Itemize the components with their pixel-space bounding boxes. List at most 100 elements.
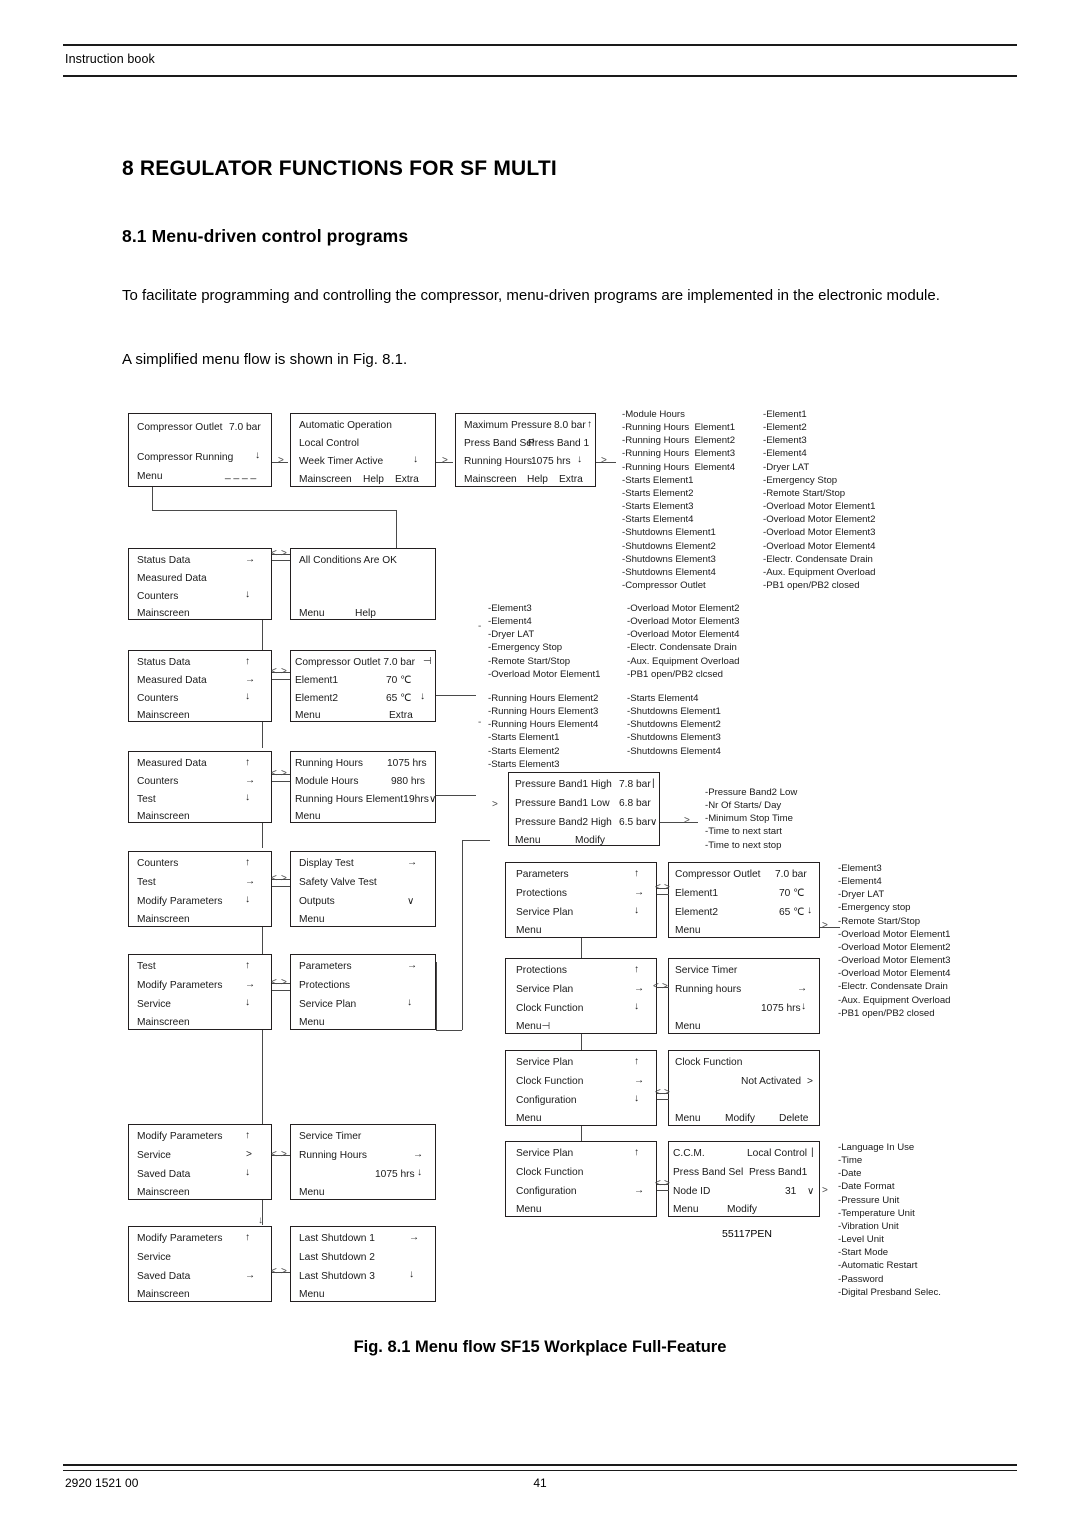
row-label: Compressor Outlet [675,869,761,880]
row-value: 7.8 bar [619,779,651,790]
down-arrow-icon: ↓ [245,691,251,702]
drawing-code: 55117PEN [722,1228,773,1240]
arrow-icon: > [664,1087,670,1098]
right-arrow-icon: → [407,857,418,868]
arrow-icon: > [281,666,287,677]
row-label: C.C.M. [673,1148,705,1159]
row-label: Counters [137,858,179,869]
row-label: Menu [137,471,163,482]
arrow-icon: < [653,981,659,992]
right-arrow-icon: → [634,887,645,898]
row-label: Mainscreen [137,914,190,925]
down-arrow-icon: ↓ [409,1269,415,1280]
row-value: 980 hrs [391,776,425,787]
down-arrow-icon: ↓ [245,589,251,600]
list-protections-more: -Element3 -Element4 -Dryer LAT -Emergenc… [838,863,951,1019]
row-label: Delete [779,1113,809,1124]
row-label: Compressor Running [137,452,234,463]
up-arrow-icon: ↑ [634,868,640,879]
arrow-icon: < [271,666,277,677]
row-label: Running Hours [299,1150,367,1161]
screen-test-items: Display Test → Safety Valve Test Outputs… [290,851,436,927]
row-value: 1075 hrs [375,1169,415,1180]
arrow-icon: - [478,717,482,728]
connector [462,840,490,841]
down-arrow-icon: ↓ [634,905,640,916]
arrow-icon: > [664,1178,670,1189]
row-label: Parameters [299,961,352,972]
connector [436,695,476,696]
right-arrow-icon: → [245,876,256,887]
row-label: Menu [295,811,321,822]
row-label: Running Hours [464,456,532,467]
chevron-down-icon: ∨ [807,1186,815,1197]
screen-measured-menu: Status Data ↑ Measured Data → Counters ↓… [128,650,272,722]
row-label: Running hours [675,984,742,995]
down-arrow-icon: ↓ [255,450,261,461]
row-label: Modify [727,1204,758,1215]
screen-all-conditions: All Conditions Are OK Menu Help [290,548,436,620]
row-value: 1075 hrs [761,1003,801,1014]
screen-measured-values: Compressor Outlet 7.0 bar ⊣ Element1 70 … [290,650,436,722]
connector [396,510,397,548]
row-label: Modify Parameters [137,1131,223,1142]
list-measured-column-2: -Overload Motor Element2 -Overload Motor… [627,603,740,680]
down-arrow-icon: ↓ [417,1167,423,1178]
screen-service-menu: Modify Parameters ↑ Service > Saved Data… [128,1124,272,1200]
chevron-down-icon: ∨ [407,896,415,907]
connector [272,781,290,782]
row-label: Mainscreen [299,474,352,485]
arrow-icon: > [601,455,607,466]
connector [272,560,290,561]
screen-clock-menu: Service Plan ↑ Clock Function → Configur… [505,1050,657,1126]
row-value: 8.0 bar [554,420,586,431]
row-label: Modify [725,1113,756,1124]
arrow-icon: < [655,882,661,893]
row-value: 70 ℃ [386,675,412,686]
right-arrow-icon: → [634,983,645,994]
arrow-icon: - [478,621,482,632]
down-arrow-icon: ↓ [634,1001,640,1012]
row-label: Help [527,474,548,485]
row-label: Mainscreen [137,608,190,619]
row-label: Node ID [673,1186,711,1197]
row-label: Service [137,1150,171,1161]
row-label: Menu [299,1187,325,1198]
screen-params-menu: Parameters → Protections Service Plan ↓ … [290,954,436,1030]
screen-serviceplan-menu: Protections ↑ Service Plan → Clock Funct… [505,958,657,1034]
row-label: Menu [675,925,701,936]
right-arrow-icon: > [246,1149,252,1160]
row-label: Saved Data [137,1271,191,1282]
right-arrow-icon: → [413,1149,424,1160]
row-label: Protections [516,965,567,976]
row-label: Configuration [516,1186,577,1197]
up-arrow-icon: ↑ [245,960,251,971]
right-arrow-icon: → [245,775,256,786]
connector [660,822,698,823]
row-value: Not Activated [741,1076,802,1087]
up-arrow-icon: ↑ [245,656,251,667]
screen-pressure-bands: Pressure Band1 High 7.8 bar | Pressure B… [508,772,660,846]
connector [581,1034,582,1050]
up-arrow-icon: ↑ [245,1232,251,1243]
row-label: Outputs [299,896,335,907]
screen-clock-values: Clock Function Not Activated > Menu Modi… [668,1050,820,1126]
list-measured-column-1: -Element3 -Element4 -Dryer LAT -Emergenc… [488,603,601,680]
row-label: Pressure Band1 High [515,779,612,790]
row-label: Test [137,877,156,888]
right-arrow-icon: → [245,1270,256,1281]
row-label: Service [137,1252,171,1263]
down-arrow-icon: ↓ [577,454,583,465]
cursor-icon: | [811,1147,814,1158]
row-label: Menu [515,835,541,846]
row-label: Modify Parameters [137,980,223,991]
screen-service-timer-a: Service Timer Running hours → 1075 hrs ↓… [668,958,820,1034]
arrow-icon: > [492,799,498,810]
row-label: Service Plan [516,1057,574,1068]
row-label: Pressure Band1 Low [515,798,610,809]
row-label: Counters [137,693,179,704]
row-label: Measured Data [137,675,207,686]
up-arrow-icon: ↑ [245,1130,251,1141]
row-label: Mainscreen [464,474,517,485]
down-arrow-icon: ↓ [407,997,413,1008]
